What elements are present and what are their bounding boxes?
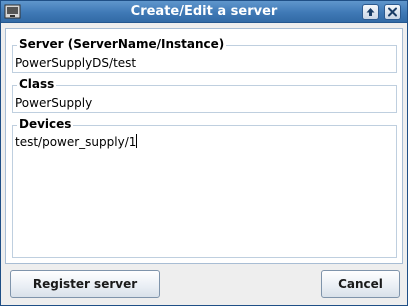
form-panel: Server (ServerName/Instance) PowerSupply… (5, 28, 403, 264)
dialog-window: Create/Edit a server Server (ServerName/… (0, 0, 408, 306)
devices-group: Devices test/power_supply/1 (12, 117, 397, 258)
server-label: Server (ServerName/Instance) (17, 37, 227, 52)
title-bar[interactable]: Create/Edit a server (1, 1, 407, 23)
maximize-icon[interactable] (362, 4, 379, 20)
server-field[interactable]: PowerSupplyDS/test (15, 56, 136, 71)
cancel-button[interactable]: Cancel (321, 270, 400, 298)
class-group: Class PowerSupply (12, 77, 397, 113)
devices-textarea[interactable]: test/power_supply/1 (14, 133, 395, 256)
class-field[interactable]: PowerSupply (15, 96, 92, 111)
window-title: Create/Edit a server (130, 4, 278, 19)
server-group: Server (ServerName/Instance) PowerSupply… (12, 37, 397, 73)
devices-text: test/power_supply/1 (15, 135, 137, 149)
class-label: Class (17, 77, 57, 92)
close-icon[interactable] (384, 4, 401, 20)
text-caret (136, 134, 138, 148)
register-server-button[interactable]: Register server (10, 270, 160, 298)
devices-label: Devices (17, 117, 74, 132)
